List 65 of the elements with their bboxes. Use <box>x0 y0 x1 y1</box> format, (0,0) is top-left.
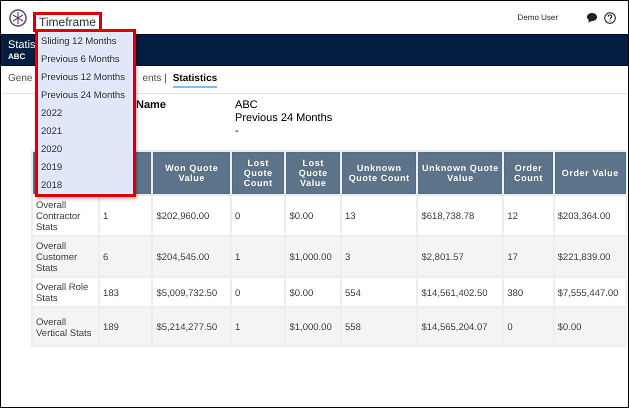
table-cell: $1,000.00 <box>285 236 341 277</box>
table-cell: 12 <box>503 195 554 236</box>
column-header: Unknown Quote Count <box>341 151 418 195</box>
table-cell: 3 <box>341 236 418 277</box>
table-cell: 189 <box>99 307 152 346</box>
menu-item[interactable]: 2018 <box>41 177 133 195</box>
page-title: Statis <box>8 39 36 52</box>
table-cell: 558 <box>341 307 418 346</box>
table-cell: $221,839.00 <box>554 236 627 277</box>
column-header: Won Quote Value <box>152 151 232 195</box>
table-cell: $7,555,447.00 <box>554 277 627 307</box>
table-cell: $202,960.00 <box>152 195 232 236</box>
table-cell: Overall Role Stats <box>32 277 100 307</box>
column-header: Lost Quote Count <box>231 151 286 195</box>
table-cell: 1 <box>231 236 286 277</box>
tab[interactable]: Gene <box>8 71 32 88</box>
table-cell: $2,801.57 <box>417 236 504 277</box>
table-cell: 380 <box>503 277 554 307</box>
help-icon[interactable] <box>604 12 616 24</box>
table-cell: 0 <box>231 277 286 307</box>
table-cell: $203,364.00 <box>554 195 627 236</box>
user-name[interactable]: Demo User <box>518 13 558 22</box>
menu-item[interactable]: 2019 <box>41 159 133 177</box>
table-cell: $0.00 <box>554 307 627 346</box>
table-cell: 554 <box>341 277 418 307</box>
table-cell: $14,565,204.07 <box>417 307 504 346</box>
table-cell: 1 <box>99 195 152 236</box>
tab[interactable]: ents | <box>142 71 167 88</box>
table-cell: $0.00 <box>285 277 341 307</box>
field-value: - <box>235 125 240 138</box>
menu-item[interactable]: Sliding 12 Months <box>41 33 133 51</box>
logo-icon <box>9 8 27 26</box>
table-cell: $5,214,277.50 <box>152 307 232 346</box>
menu-item[interactable]: 2022 <box>41 105 133 123</box>
table-cell: 0 <box>231 195 286 236</box>
table-cell: Overall Contractor Stats <box>32 195 100 236</box>
table-cell: 183 <box>99 277 152 307</box>
table-cell: Overall Customer Stats <box>32 236 100 277</box>
chat-icon[interactable] <box>586 12 598 23</box>
table-cell: $204,545.00 <box>152 236 232 277</box>
field-label: Name <box>136 99 167 113</box>
tab[interactable]: Statistics <box>172 71 218 88</box>
table-cell: 0 <box>503 307 554 346</box>
table-cell: 1 <box>231 307 286 346</box>
table-cell: 6 <box>99 236 152 277</box>
table-cell: 13 <box>341 195 418 236</box>
column-header: Lost Quote Value <box>285 151 341 195</box>
table-cell: $14,561,402.50 <box>417 277 504 307</box>
table-cell: 17 <box>503 236 554 277</box>
column-header: Order Value <box>554 151 627 195</box>
menu-item[interactable]: Previous 12 Months <box>41 69 133 87</box>
column-header: Unknown Quote Value <box>417 151 504 195</box>
menu-item[interactable]: 2021 <box>41 123 133 141</box>
table-cell: $618,738.78 <box>417 195 504 236</box>
field-value: ABC <box>235 99 259 112</box>
field-value: Previous 24 Months <box>235 112 332 125</box>
page-subtitle: ABC <box>8 52 26 61</box>
column-header: Order Count <box>503 151 554 195</box>
table-cell: $5,009,732.50 <box>152 277 232 307</box>
menu-item[interactable]: Previous 6 Months <box>41 51 133 69</box>
menu-item[interactable]: Previous 24 Months <box>41 87 133 105</box>
table-cell: Overall Vertical Stats <box>32 307 100 346</box>
menu-item[interactable]: 2020 <box>41 141 133 159</box>
table-cell: $1,000.00 <box>285 307 341 346</box>
table-cell: $0.00 <box>285 195 341 236</box>
